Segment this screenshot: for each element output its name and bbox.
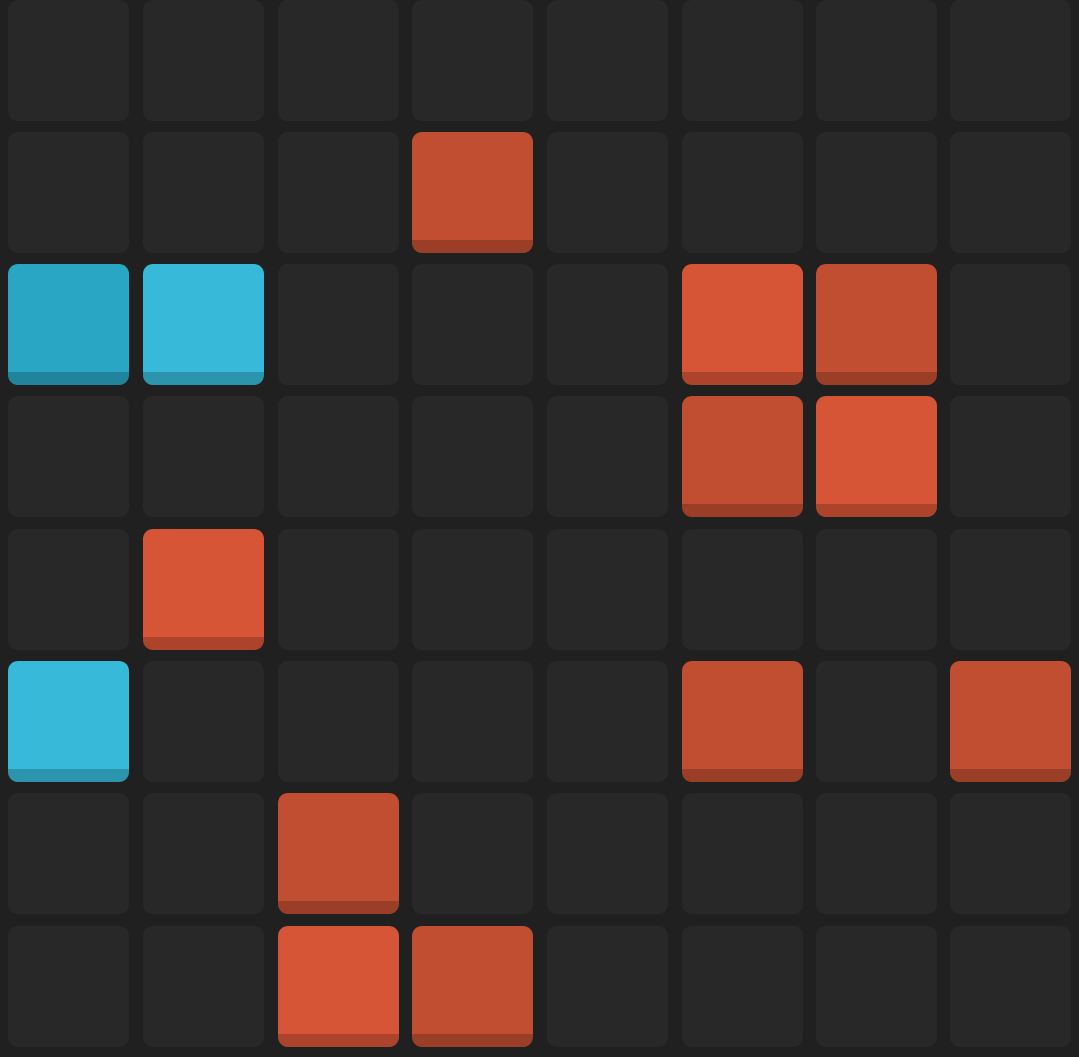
cyan-block-r6-c1[interactable] [8, 661, 129, 782]
empty-cell-r1-c3[interactable] [278, 0, 399, 121]
red-block-r6-c8[interactable] [950, 661, 1071, 782]
empty-cell-r5-c7[interactable] [816, 529, 937, 650]
empty-cell-r6-c4[interactable] [412, 661, 533, 782]
empty-cell-r6-c3[interactable] [278, 661, 399, 782]
empty-cell-r7-c5[interactable] [547, 793, 668, 914]
empty-cell-r8-c6[interactable] [682, 926, 803, 1047]
teal-block-r3-c1[interactable] [8, 264, 129, 385]
empty-cell-r5-c5[interactable] [547, 529, 668, 650]
red-block-r2-c4[interactable] [412, 132, 533, 253]
empty-cell-r5-c6[interactable] [682, 529, 803, 650]
empty-cell-r3-c5[interactable] [547, 264, 668, 385]
empty-cell-r6-c7[interactable] [816, 661, 937, 782]
empty-cell-r1-c1[interactable] [8, 0, 129, 121]
empty-cell-r4-c1[interactable] [8, 396, 129, 517]
empty-cell-r4-c3[interactable] [278, 396, 399, 517]
empty-cell-r4-c4[interactable] [412, 396, 533, 517]
empty-cell-r3-c4[interactable] [412, 264, 533, 385]
empty-cell-r2-c2[interactable] [143, 132, 264, 253]
empty-cell-r6-c2[interactable] [143, 661, 264, 782]
red-block-r3-c7[interactable] [816, 264, 937, 385]
empty-cell-r7-c4[interactable] [412, 793, 533, 914]
empty-cell-r7-c2[interactable] [143, 793, 264, 914]
empty-cell-r2-c5[interactable] [547, 132, 668, 253]
empty-cell-r7-c1[interactable] [8, 793, 129, 914]
empty-cell-r8-c8[interactable] [950, 926, 1071, 1047]
empty-cell-r2-c8[interactable] [950, 132, 1071, 253]
game-board [0, 0, 1079, 1057]
empty-cell-r4-c2[interactable] [143, 396, 264, 517]
empty-cell-r2-c6[interactable] [682, 132, 803, 253]
red-block-r4-c6[interactable] [682, 396, 803, 517]
empty-cell-r5-c3[interactable] [278, 529, 399, 650]
empty-cell-r5-c1[interactable] [8, 529, 129, 650]
empty-cell-r6-c5[interactable] [547, 661, 668, 782]
empty-cell-r4-c8[interactable] [950, 396, 1071, 517]
orange-block-r3-c6[interactable] [682, 264, 803, 385]
empty-cell-r7-c8[interactable] [950, 793, 1071, 914]
empty-cell-r3-c8[interactable] [950, 264, 1071, 385]
empty-cell-r8-c5[interactable] [547, 926, 668, 1047]
orange-block-r8-c3[interactable] [278, 926, 399, 1047]
empty-cell-r1-c8[interactable] [950, 0, 1071, 121]
empty-cell-r1-c5[interactable] [547, 0, 668, 121]
empty-cell-r8-c1[interactable] [8, 926, 129, 1047]
empty-cell-r3-c3[interactable] [278, 264, 399, 385]
cyan-block-r3-c2[interactable] [143, 264, 264, 385]
empty-cell-r2-c7[interactable] [816, 132, 937, 253]
red-block-r8-c4[interactable] [412, 926, 533, 1047]
empty-cell-r1-c7[interactable] [816, 0, 937, 121]
empty-cell-r8-c2[interactable] [143, 926, 264, 1047]
empty-cell-r1-c6[interactable] [682, 0, 803, 121]
red-block-r6-c6[interactable] [682, 661, 803, 782]
empty-cell-r4-c5[interactable] [547, 396, 668, 517]
empty-cell-r1-c4[interactable] [412, 0, 533, 121]
orange-block-r5-c2[interactable] [143, 529, 264, 650]
empty-cell-r5-c4[interactable] [412, 529, 533, 650]
orange-block-r4-c7[interactable] [816, 396, 937, 517]
empty-cell-r8-c7[interactable] [816, 926, 937, 1047]
empty-cell-r2-c1[interactable] [8, 132, 129, 253]
empty-cell-r7-c7[interactable] [816, 793, 937, 914]
empty-cell-r1-c2[interactable] [143, 0, 264, 121]
empty-cell-r2-c3[interactable] [278, 132, 399, 253]
empty-cell-r5-c8[interactable] [950, 529, 1071, 650]
empty-cell-r7-c6[interactable] [682, 793, 803, 914]
red-block-r7-c3[interactable] [278, 793, 399, 914]
